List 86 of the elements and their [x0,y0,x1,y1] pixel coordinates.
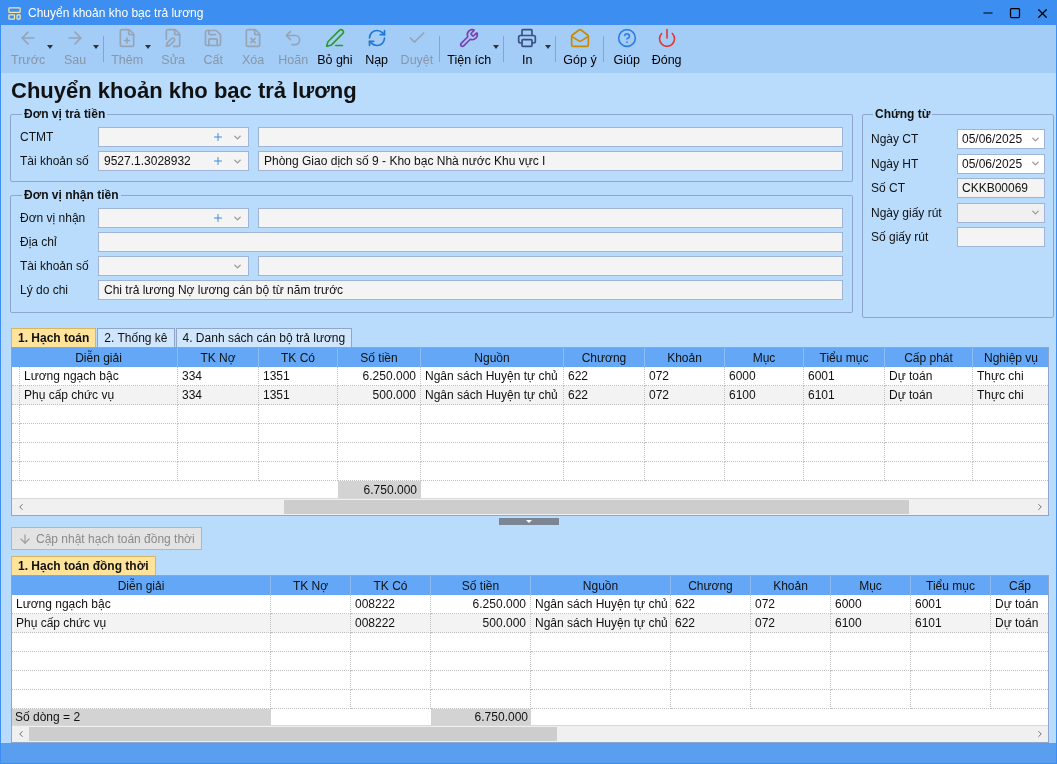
combo-field[interactable] [98,208,249,228]
help-icon [616,28,637,49]
table-cell: 6101 [804,386,885,405]
table-cell: 6101 [911,614,991,633]
table-cell: 072 [751,614,831,633]
page-title: Chuyển khoản kho bạc trả lương [11,77,358,105]
text-field[interactable]: Chi trả lương Nợ lương cán bộ từ năm trước [98,280,843,300]
field-label: Lý do chi [20,282,70,299]
printer-icon [517,28,538,49]
toolbar-button[interactable]: Đóng [646,27,687,71]
toolbar-button[interactable]: Bỏ ghi [313,27,357,71]
table-cell: 334 [178,386,259,405]
table-cell: 1351 [259,386,338,405]
total-cell: 6.750.000 [338,481,421,498]
toolbar-button[interactable]: In [501,27,554,71]
add-icon[interactable] [212,131,224,143]
field-label: Số CT [871,180,906,198]
table-cell: 072 [645,386,725,405]
combo-field[interactable] [98,256,249,276]
group-title: Chứng từ [874,106,932,123]
field-label: Tài khoản số [20,258,90,275]
table-cell: Dự toán [991,614,1048,633]
tab[interactable]: 4. Danh sách cán bộ trả lương [175,328,353,347]
table-cell: 500.000 [431,614,531,633]
tab[interactable]: 2. Thống kê [97,328,175,347]
table-cell: 622 [671,614,751,633]
table-cell: Phụ cấp chức vụ [12,614,271,633]
text-field[interactable] [98,232,843,252]
total-cell: 6.750.000 [431,709,531,725]
tab[interactable]: 1. Hạch toán đồng thời [11,556,156,575]
scrollbar-thumb[interactable] [284,500,909,514]
down-arrow-icon [18,531,32,546]
field-label: Tài khoản số [20,153,90,170]
refresh-icon [366,28,387,49]
row-count-cell: Số dòng = 2 [12,709,271,725]
edit-document-icon [163,28,184,49]
field-label: Ngày giấy rút [871,204,943,222]
dropdown-arrow-icon [93,45,100,49]
scrollbar-thumb[interactable] [29,727,557,741]
table-cell: 6100 [725,386,804,405]
field-label: Ngày CT [871,131,920,149]
add-icon[interactable] [212,212,224,224]
tab[interactable]: 1. Hạch toán [11,328,97,347]
table-cell: Ngân sách Huyện tự chủ [421,386,564,405]
table-cell: Phụ cấp chức vụ [20,386,178,405]
group-title: Đơn vị nhận tiền [23,187,120,204]
field-label: Ngày HT [871,155,920,173]
table-cell: 008222 [351,614,431,633]
date-field[interactable]: 05/06/2025 [957,129,1045,150]
table-cell: 6100 [831,614,911,633]
group-title: Đơn vị trả tiền [23,106,107,123]
field-label: Địa chỉ [20,234,58,251]
dropdown-arrow-icon [493,45,500,49]
new-document-icon [117,28,138,49]
toolbar-button[interactable]: Góp ý [553,27,601,71]
text-field[interactable]: CKKB00069 [957,178,1045,199]
combo-field[interactable] [98,127,249,147]
date-field[interactable] [957,202,1045,223]
pen-icon [324,28,345,49]
maximize-icon[interactable] [1009,7,1021,19]
date-field[interactable]: 05/06/2025 [957,153,1045,174]
combo-field[interactable]: 9527.1.3028932 [98,151,249,171]
table-cell: 622 [564,386,645,405]
toolbar-button[interactable]: Giúp [600,27,647,71]
toolbar-button[interactable]: Tiện ích [437,27,502,71]
table-cell: Thực chi [973,386,1048,405]
splitter-handle[interactable] [498,518,559,525]
field-label: Đơn vị nhận [20,210,87,227]
power-icon [656,28,677,49]
field-label: Số giấy rút [871,229,930,247]
table-cell: Ngân sách Huyện tự chủ [531,614,671,633]
dropdown-arrow-icon [145,45,152,49]
dropdown-arrow-icon [47,45,54,49]
toolbar-button[interactable]: Nạp [356,27,397,71]
detail-field: Phòng Giao dịch số 9 - Kho bạc Nhà nước Khu vực I [258,151,843,171]
envelope-icon [569,28,590,49]
window-title: Chuyển khoản kho bạc trả lương [28,5,204,22]
app-icon [7,5,22,21]
dropdown-arrow-icon [545,45,552,49]
table-cell: Dự toán [885,386,973,405]
save-icon [203,28,224,49]
wrench-icon [459,28,480,49]
text-field[interactable] [957,227,1045,248]
add-icon[interactable] [212,155,224,167]
table-cell: 500.000 [338,386,421,405]
field-label: CTMT [20,129,55,146]
